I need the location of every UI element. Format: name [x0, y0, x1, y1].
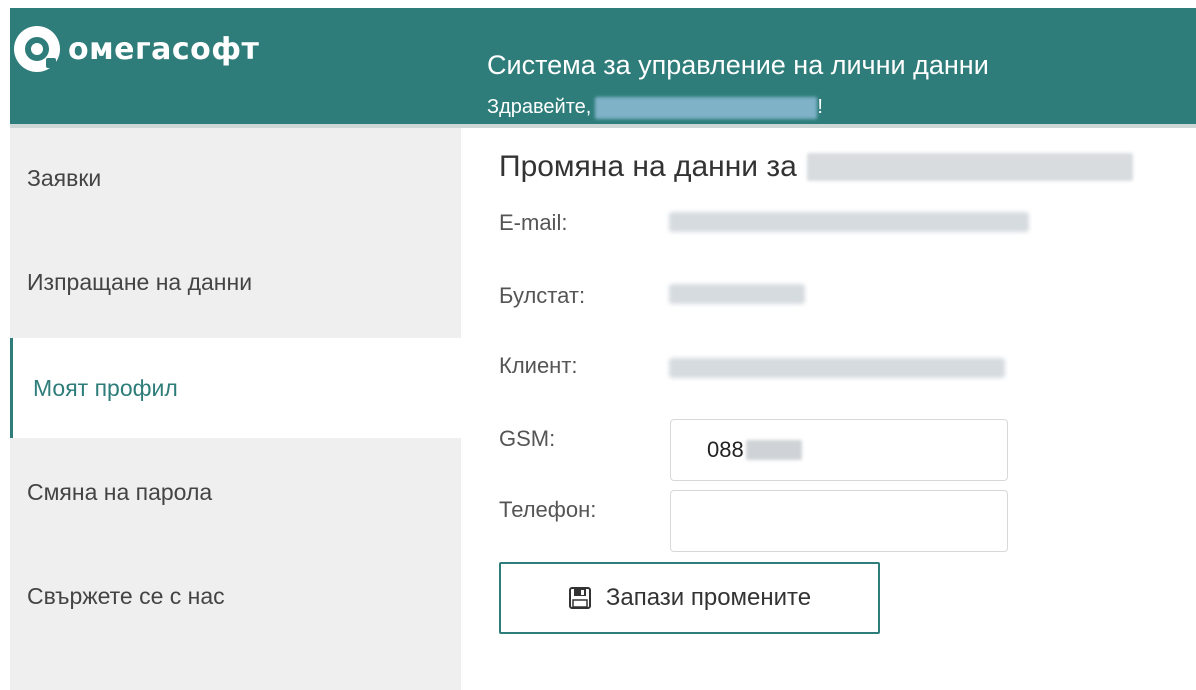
phone-input[interactable]	[670, 490, 1008, 552]
sidebar-item-send-data[interactable]: Изпращане на данни	[10, 232, 461, 332]
greeting-suffix: !	[817, 96, 823, 118]
sidebar-item-contact-us[interactable]: Свържете се с нас	[10, 546, 461, 646]
email-label: E-mail:	[499, 210, 568, 235]
gsm-value: 088	[707, 437, 744, 462]
save-changes-button[interactable]: Запази промените	[499, 562, 880, 634]
phone-label: Телефон:	[499, 497, 597, 522]
greeting-prefix: Здравейте,	[487, 96, 592, 118]
brand-logo[interactable]: омегасофт	[14, 26, 259, 72]
page-title-text: Промяна на данни за	[499, 150, 797, 183]
save-button-label: Запази промените	[605, 584, 812, 611]
floppy-disk-icon	[568, 586, 592, 610]
sidebar-item-change-password[interactable]: Смяна на парола	[10, 442, 461, 542]
email-value-redacted	[669, 212, 1029, 232]
gsm-label: GSM:	[499, 426, 556, 451]
bulstat-value-redacted	[669, 284, 805, 304]
omegasoft-logo-icon	[14, 26, 60, 72]
sidebar-item-requests[interactable]: Заявки	[10, 128, 461, 228]
user-name-redacted	[595, 96, 818, 119]
sidebar-item-label: Изпращане на данни	[27, 268, 253, 295]
client-label: Клиент:	[499, 353, 578, 378]
greeting: Здравейте, !	[487, 96, 823, 119]
sidebar-item-label: Свържете се с нас	[27, 582, 225, 609]
sidebar-item-label: Моят профил	[33, 374, 178, 401]
bulstat-label: Булстат:	[499, 283, 586, 308]
profile-name-redacted	[806, 153, 1133, 181]
sidebar-item-my-profile[interactable]: Моят профил	[10, 338, 461, 438]
logo-text: омегасофт	[68, 31, 260, 67]
sidebar-item-label: Заявки	[27, 164, 102, 191]
client-value-redacted	[669, 358, 1005, 378]
gsm-value-redacted	[745, 440, 802, 460]
page-title: Промяна на данни за	[499, 150, 1133, 184]
app-title: Система за управление на лични данни	[487, 50, 989, 80]
sidebar-item-label: Смяна на парола	[27, 478, 213, 505]
gsm-input[interactable]: 088	[670, 419, 1008, 481]
sidebar: Заявки Изпращане на данни Моят профил См…	[10, 128, 461, 690]
